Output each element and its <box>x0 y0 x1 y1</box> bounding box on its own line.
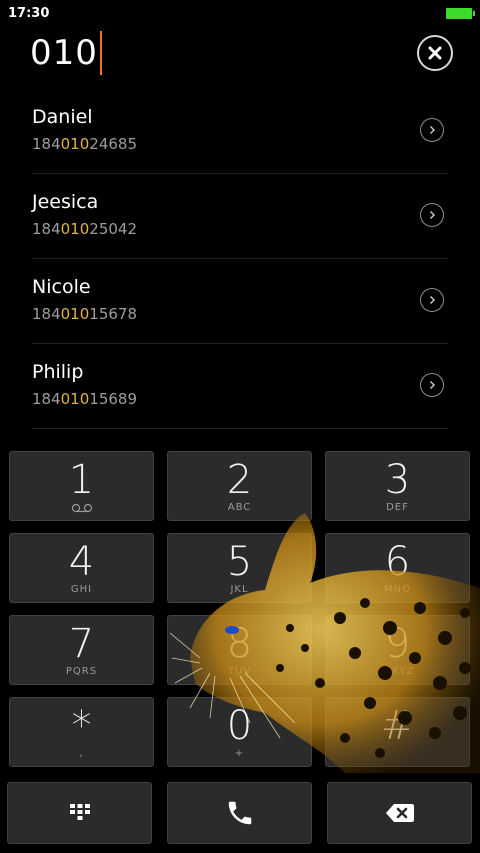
key-1[interactable]: 1 <box>9 451 154 521</box>
chevron-right-icon <box>430 126 435 134</box>
key-letters: MNO <box>384 584 411 595</box>
key-digit: 6 <box>384 539 411 585</box>
key-digit: 8 <box>226 621 253 667</box>
key-digit: # <box>380 703 415 749</box>
backspace-button[interactable] <box>327 782 472 844</box>
text-cursor <box>99 31 102 75</box>
contact-details-button[interactable] <box>420 288 444 312</box>
contact-item[interactable]: Daniel 18401024685 <box>32 89 448 174</box>
number-match-highlight: 010 <box>60 220 90 238</box>
key-digit: 7 <box>68 621 95 667</box>
key-letters: WXYZ <box>380 666 415 677</box>
dial-input[interactable]: 010 <box>30 30 102 76</box>
phone-icon <box>228 801 251 825</box>
key-hash[interactable]: # <box>325 697 470 767</box>
key-6[interactable]: 6 MNO <box>325 533 470 603</box>
contact-name: Philip <box>32 361 84 383</box>
chevron-right-icon <box>430 381 435 389</box>
clear-input-button[interactable] <box>417 35 453 71</box>
key-0[interactable]: 0 + <box>167 697 312 767</box>
number-match-highlight: 010 <box>60 305 90 323</box>
dial-keypad: 1 2 ABC 3 DEF 4 GHI 5 JKL 6 MNO 7 PQRS 8… <box>0 450 480 770</box>
contact-name: Daniel <box>32 106 93 128</box>
key-letters: JKL <box>230 584 249 595</box>
key-4[interactable]: 4 GHI <box>9 533 154 603</box>
voicemail-icon <box>71 503 92 513</box>
contact-details-button[interactable] <box>420 203 444 227</box>
status-bar: 17:30 <box>0 0 480 28</box>
key-letters: DEF <box>386 502 409 513</box>
toggle-keypad-button[interactable] <box>7 782 152 844</box>
key-digit: * <box>71 703 92 749</box>
status-time: 17:30 <box>8 6 50 21</box>
key-digit: 4 <box>68 539 95 585</box>
number-match-highlight: 010 <box>60 390 90 408</box>
contact-item[interactable]: Jeesica 18401025042 <box>32 174 448 259</box>
bottom-action-bar <box>0 780 480 846</box>
key-digit: 9 <box>384 621 411 667</box>
contact-name: Nicole <box>32 276 91 298</box>
key-letters: TUV <box>227 666 252 677</box>
contact-item[interactable]: Philip 18401015689 <box>32 344 448 429</box>
key-digit: 5 <box>226 539 253 585</box>
dial-number-text: 010 <box>30 33 98 73</box>
key-5[interactable]: 5 JKL <box>167 533 312 603</box>
key-letters: , <box>79 748 84 759</box>
contact-details-button[interactable] <box>420 118 444 142</box>
contact-number: 18401015678 <box>32 305 137 323</box>
key-8[interactable]: 8 TUV <box>167 615 312 685</box>
chevron-right-icon <box>430 211 435 219</box>
key-letters: + <box>234 748 245 759</box>
contact-list: Daniel 18401024685 Jeesica 18401025042 N… <box>0 89 480 429</box>
chevron-right-icon <box>430 296 435 304</box>
contact-number: 18401024685 <box>32 135 137 153</box>
keypad-grid-icon <box>69 804 90 820</box>
key-9[interactable]: 9 WXYZ <box>325 615 470 685</box>
contact-name: Jeesica <box>32 191 99 213</box>
number-match-highlight: 010 <box>60 135 90 153</box>
key-digit: 1 <box>68 457 95 503</box>
contact-number: 18401015689 <box>32 390 137 408</box>
key-letters: GHI <box>70 584 93 595</box>
key-star[interactable]: * , <box>9 697 154 767</box>
call-button[interactable] <box>167 782 312 844</box>
battery-icon <box>446 8 475 19</box>
backspace-icon <box>385 804 414 822</box>
key-digit: 2 <box>226 457 253 503</box>
key-2[interactable]: 2 ABC <box>167 451 312 521</box>
key-letters: PQRS <box>65 666 98 677</box>
close-icon <box>428 46 442 60</box>
key-letters: ABC <box>227 502 252 513</box>
key-7[interactable]: 7 PQRS <box>9 615 154 685</box>
key-3[interactable]: 3 DEF <box>325 451 470 521</box>
key-digit: 0 <box>226 703 253 749</box>
contact-item[interactable]: Nicole 18401015678 <box>32 259 448 344</box>
contact-number: 18401025042 <box>32 220 137 238</box>
key-digit: 3 <box>384 457 411 503</box>
contact-details-button[interactable] <box>420 373 444 397</box>
